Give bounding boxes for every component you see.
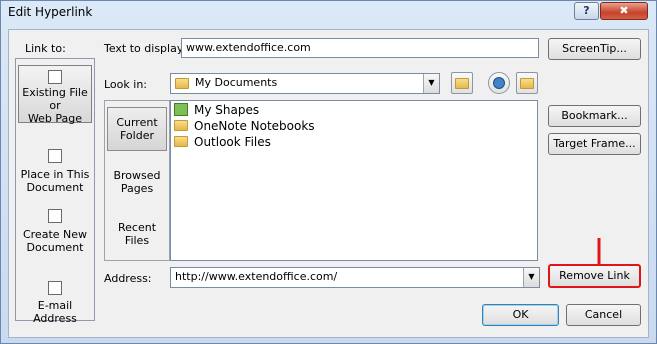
chevron-down-icon[interactable]: ▼ [523,268,539,287]
link-to-place-line1: Place in This [20,168,90,181]
link-to-place-in-document[interactable]: Place in This Document [18,149,92,201]
link-to-existing-line2: Web Page [27,112,83,125]
browse-web-button[interactable] [488,72,510,94]
link-to-email-line1: E-mail Address [33,299,77,325]
up-folder-button[interactable] [451,72,473,94]
text-to-display-label: Text to display: [104,42,187,55]
recent-files-line2: Files [124,234,150,247]
browsed-pages-line2: Pages [120,182,154,195]
list-item[interactable]: Outlook Files [174,134,271,150]
link-to-create-line2: Document [26,241,84,254]
look-in-value: My Documents [195,76,278,89]
remove-link-button[interactable]: Remove Link [548,264,641,288]
folder-icon [174,120,188,131]
link-to-create-line1: Create New [22,228,88,241]
globe-file-icon [48,70,62,84]
file-list[interactable]: My Shapes OneNote Notebooks Outlook File… [170,100,538,261]
ok-button[interactable]: OK [482,304,559,326]
edit-hyperlink-dialog: Edit Hyperlink ? ✖ Link to: Existing Fil… [0,0,657,344]
title-bar: Edit Hyperlink ? ✖ [1,1,656,23]
chevron-down-icon[interactable]: ▼ [423,74,439,93]
folder-icon [175,78,189,89]
bookmark-button[interactable]: Bookmark... [548,105,641,127]
look-in-label: Look in: [104,78,147,91]
address-label: Address: [104,272,152,285]
screentip-button[interactable]: ScreenTip... [548,38,641,60]
browse-subnav: Current Folder Browsed Pages Recent File… [104,100,170,261]
file-name: OneNote Notebooks [194,119,315,133]
new-document-icon [48,209,62,223]
subnav-browsed-pages[interactable]: Browsed Pages [107,161,167,205]
text-to-display-input[interactable]: www.extendoffice.com [181,38,539,58]
file-name: My Shapes [194,103,260,117]
link-to-label: Link to: [25,42,66,55]
link-to-create-new[interactable]: Create New Document [18,209,92,267]
document-anchor-icon [48,149,62,163]
browse-file-button[interactable] [516,72,538,94]
list-item[interactable]: OneNote Notebooks [174,118,315,134]
help-button[interactable]: ? [574,2,599,20]
subnav-recent-files[interactable]: Recent Files [107,213,167,257]
list-item[interactable]: My Shapes [174,102,259,118]
shapes-icon [174,103,188,116]
current-folder-line2: Folder [120,129,154,142]
cancel-button[interactable]: Cancel [566,304,641,326]
dialog-body: Link to: Existing File or Web Page Place… [8,29,649,338]
globe-icon [493,77,505,89]
open-folder-icon [520,78,534,89]
close-button[interactable]: ✖ [600,2,648,20]
folder-icon [174,136,188,147]
link-to-existing-line1: Existing File or [22,86,88,112]
subnav-current-folder[interactable]: Current Folder [107,107,167,151]
address-value: http://www.extendoffice.com/ [175,270,338,283]
up-folder-icon [455,78,469,89]
link-to-panel: Existing File or Web Page Place in This … [15,58,95,325]
recent-files-line1: Recent [117,221,157,234]
link-to-existing-file[interactable]: Existing File or Web Page [18,65,92,125]
link-to-place-line2: Document [26,181,84,194]
browsed-pages-line1: Browsed [113,169,161,182]
link-to-email[interactable]: E-mail Address [18,279,92,325]
envelope-icon [48,281,62,295]
dialog-title: Edit Hyperlink [8,5,93,19]
current-folder-line1: Current [116,116,158,129]
look-in-dropdown[interactable]: My Documents ▼ [170,73,440,94]
address-input[interactable]: http://www.extendoffice.com/ ▼ [170,267,540,288]
target-frame-button[interactable]: Target Frame... [548,133,641,155]
file-name: Outlook Files [194,135,271,149]
